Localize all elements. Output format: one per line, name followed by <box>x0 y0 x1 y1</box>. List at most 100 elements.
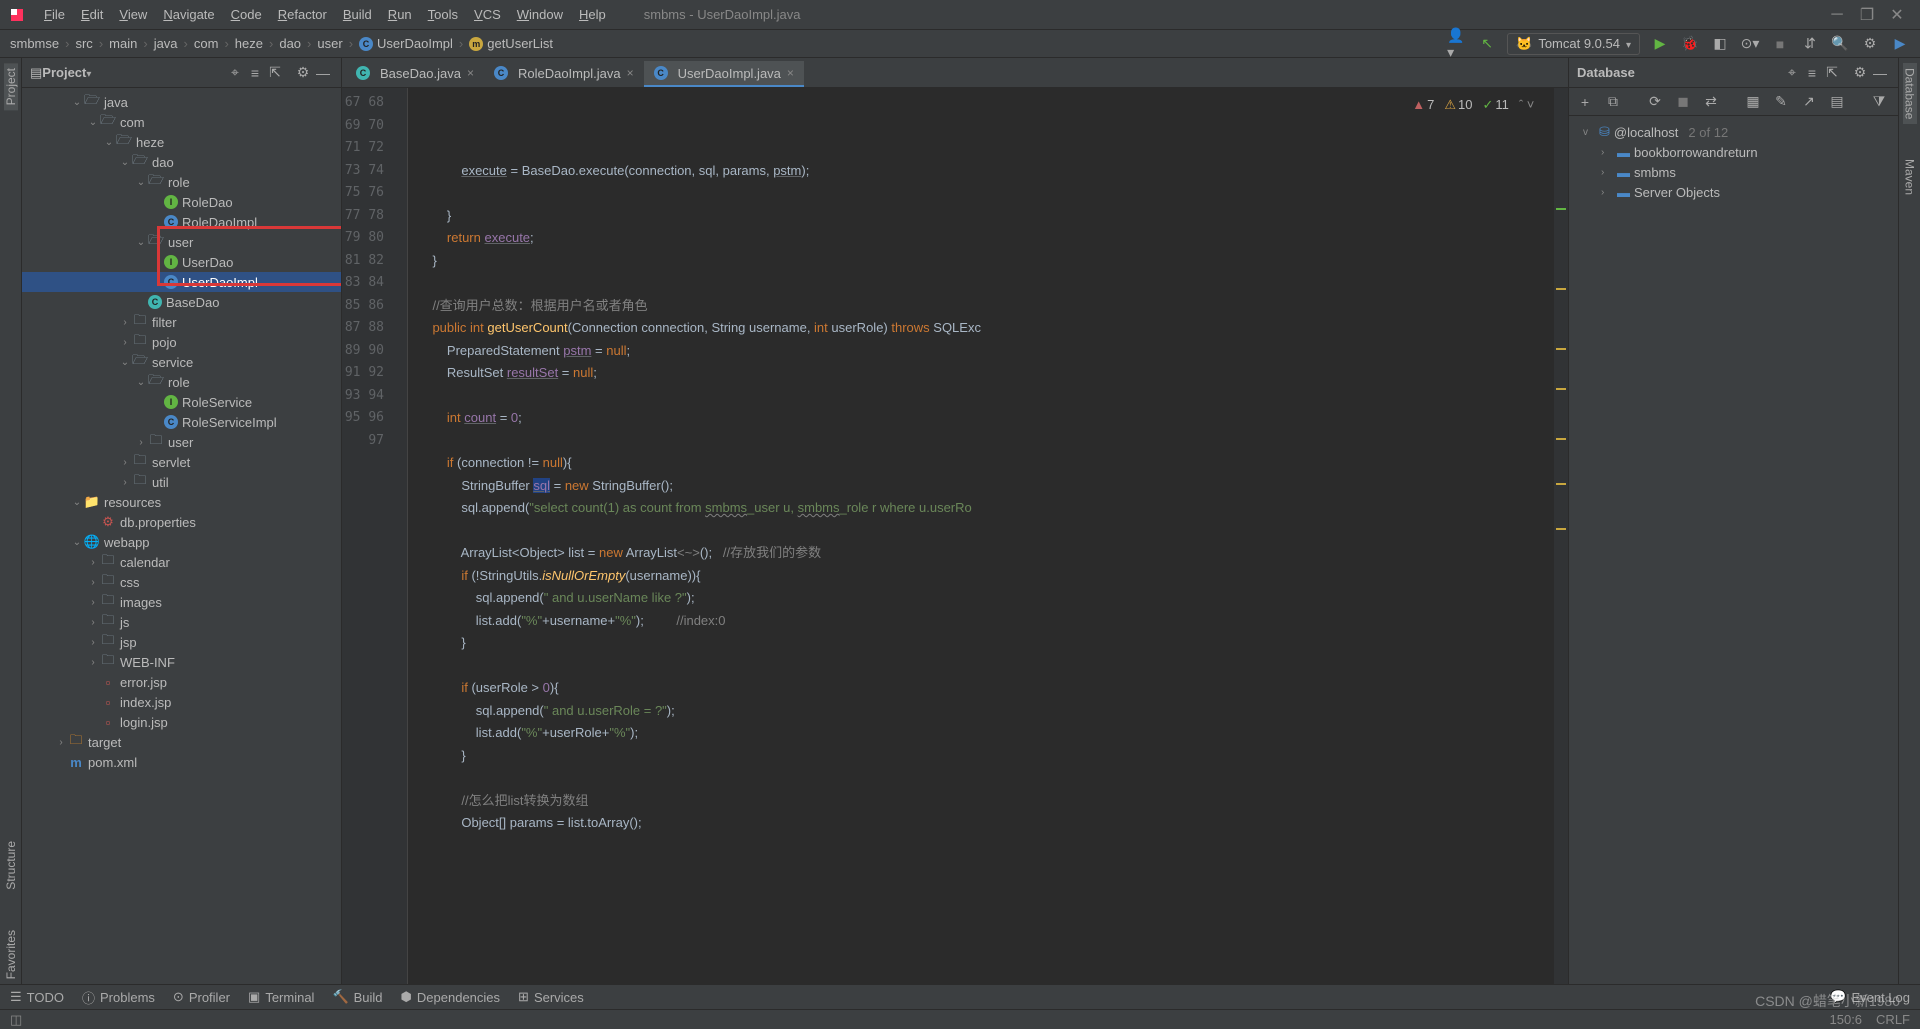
maximize-button[interactable]: ❐ <box>1852 5 1882 25</box>
left-tab-favorites[interactable]: Favorites <box>4 925 18 984</box>
right-tab-maven[interactable]: Maven <box>1903 154 1917 200</box>
breadcrumb-item[interactable]: dao <box>279 36 301 51</box>
breadcrumb-item[interactable]: user <box>317 36 342 51</box>
breadcrumb-item[interactable]: src <box>75 36 92 51</box>
bottom-tab-build[interactable]: 🔨Build <box>332 989 382 1005</box>
db-table-icon[interactable]: ▦ <box>1743 92 1763 112</box>
stop-button[interactable]: ■ <box>1770 34 1790 54</box>
tree-item-login.jsp[interactable]: ▫login.jsp <box>22 712 341 732</box>
db-duplicate-icon[interactable]: ⧉ <box>1603 92 1623 112</box>
breadcrumb-item[interactable]: smbmse <box>10 36 59 51</box>
tree-item-jsp[interactable]: ›jsp <box>22 632 341 652</box>
tree-item-userdaoimpl[interactable]: CUserDaoImpl <box>22 272 341 292</box>
editor-tab[interactable]: CUserDaoImpl.java× <box>644 61 804 87</box>
tree-item-service[interactable]: ⌄service <box>22 352 341 372</box>
run-anything-icon[interactable]: ▶ <box>1890 34 1910 54</box>
tree-item-calendar[interactable]: ›calendar <box>22 552 341 572</box>
menu-code[interactable]: Code <box>223 7 270 22</box>
right-tab-database[interactable]: Database <box>1903 63 1917 124</box>
db-tx-icon[interactable]: ⇄ <box>1701 92 1721 112</box>
tree-item-index.jsp[interactable]: ▫index.jsp <box>22 692 341 712</box>
menu-window[interactable]: Window <box>509 7 571 22</box>
db-console-icon[interactable]: ▤ <box>1827 92 1847 112</box>
breadcrumb-item[interactable]: CUserDaoImpl <box>359 36 453 51</box>
db-item[interactable]: ›▬smbms <box>1573 162 1894 182</box>
close-tab-icon[interactable]: × <box>627 66 634 80</box>
menu-edit[interactable]: Edit <box>73 7 111 22</box>
menu-tools[interactable]: Tools <box>420 7 466 22</box>
tree-item-pojo[interactable]: ›pojo <box>22 332 341 352</box>
menu-run[interactable]: Run <box>380 7 420 22</box>
db-collapse-icon[interactable]: ⇱ <box>1822 64 1842 81</box>
tool-windows-icon[interactable]: ◫ <box>10 1012 22 1028</box>
breadcrumb-item[interactable]: com <box>194 36 219 51</box>
left-tab-structure[interactable]: Structure <box>4 836 18 895</box>
tree-item-userdao[interactable]: IUserDao <box>22 252 341 272</box>
tree-item-util[interactable]: ›util <box>22 472 341 492</box>
user-icon[interactable]: 👤▾ <box>1447 34 1467 54</box>
db-select-icon[interactable]: ⌖ <box>1782 64 1802 81</box>
editor-tab[interactable]: CRoleDaoImpl.java× <box>484 61 644 87</box>
profile-button[interactable]: ⊙▾ <box>1740 34 1760 54</box>
tree-item-heze[interactable]: ⌄heze <box>22 132 341 152</box>
tree-item-user[interactable]: ⌄user <box>22 232 341 252</box>
git-update-icon[interactable]: ⇵ <box>1800 34 1820 54</box>
close-tab-icon[interactable]: × <box>467 66 474 80</box>
bottom-tab-todo[interactable]: ☰TODO <box>10 989 64 1005</box>
db-expand-icon[interactable]: ≡ <box>1802 65 1822 81</box>
tree-item-roleserviceimpl[interactable]: CRoleServiceImpl <box>22 412 341 432</box>
tree-item-roledaoimpl[interactable]: CRoleDaoImpl <box>22 212 341 232</box>
db-item[interactable]: ›▬bookborrowandreturn <box>1573 142 1894 162</box>
close-tab-icon[interactable]: × <box>787 66 794 80</box>
db-item[interactable]: ›▬Server Objects <box>1573 182 1894 202</box>
left-tab-project[interactable]: Project <box>4 63 18 110</box>
breadcrumb-item[interactable]: java <box>154 36 178 51</box>
select-opened-file-icon[interactable]: ⌖ <box>225 64 245 81</box>
project-view-dropdown[interactable] <box>86 65 91 80</box>
code-editor[interactable]: 7 10 11 ˆ ˅ execute = BaseDao.execute(co… <box>408 88 1554 984</box>
close-button[interactable]: ✕ <box>1882 5 1912 25</box>
bottom-tab-terminal[interactable]: ▣Terminal <box>248 989 314 1005</box>
settings-icon[interactable]: ⚙ <box>1860 34 1880 54</box>
coverage-button[interactable]: ◧ <box>1710 34 1730 54</box>
minimize-button[interactable]: ─ <box>1822 6 1852 24</box>
bottom-tab-problems[interactable]: ⓘProblems <box>82 988 155 1007</box>
panel-settings-icon[interactable]: ⚙ <box>293 64 313 81</box>
error-stripe[interactable] <box>1554 88 1568 984</box>
tree-item-role[interactable]: ⌄role <box>22 372 341 392</box>
bottom-tab-services[interactable]: ⊞Services <box>518 989 584 1005</box>
menu-refactor[interactable]: Refactor <box>270 7 335 22</box>
db-hide-icon[interactable]: — <box>1870 65 1890 81</box>
menu-file[interactable]: File <box>36 7 73 22</box>
project-tree[interactable]: ⌄java⌄com⌄heze⌄dao⌄roleIRoleDaoCRoleDaoI… <box>22 88 341 984</box>
db-stop-icon[interactable]: ◼ <box>1673 92 1693 112</box>
tree-item-webapp[interactable]: ⌄🌐webapp <box>22 532 341 552</box>
menu-build[interactable]: Build <box>335 7 380 22</box>
db-filter-icon[interactable]: ⧩ <box>1869 92 1889 112</box>
line-number-gutter[interactable]: 67 68 69 70 71 72 73 74 75 76 77 78 79 8… <box>342 88 392 984</box>
editor-tab[interactable]: CBaseDao.java× <box>346 61 484 87</box>
line-separator[interactable]: CRLF <box>1876 1012 1910 1027</box>
bottom-tab-profiler[interactable]: ⊙Profiler <box>173 989 230 1005</box>
hide-panel-icon[interactable]: — <box>313 65 333 81</box>
tree-item-resources[interactable]: ⌄📁resources <box>22 492 341 512</box>
project-panel-title[interactable]: Project <box>42 65 86 80</box>
tree-item-role[interactable]: ⌄role <box>22 172 341 192</box>
db-refresh-icon[interactable]: ⟳ <box>1645 92 1665 112</box>
bottom-tab-dependencies[interactable]: ⬢Dependencies <box>401 989 500 1005</box>
database-tree[interactable]: v⛁@localhost2 of 12 ›▬bookborrowandretur… <box>1569 116 1898 208</box>
tree-item-error.jsp[interactable]: ▫error.jsp <box>22 672 341 692</box>
run-button[interactable]: ▶ <box>1650 34 1670 54</box>
db-jump-icon[interactable]: ↗ <box>1799 92 1819 112</box>
tree-item-servlet[interactable]: ›servlet <box>22 452 341 472</box>
db-edit-icon[interactable]: ✎ <box>1771 92 1791 112</box>
collapse-all-icon[interactable]: ⇱ <box>265 64 285 81</box>
run-config-dropdown[interactable]: 🐱Tomcat 9.0.54 <box>1507 33 1640 55</box>
breadcrumb-item[interactable]: main <box>109 36 137 51</box>
debug-button[interactable]: 🐞 <box>1680 34 1700 54</box>
tree-item-target[interactable]: ›target <box>22 732 341 752</box>
tree-item-images[interactable]: ›images <box>22 592 341 612</box>
tree-item-roleservice[interactable]: IRoleService <box>22 392 341 412</box>
tree-item-css[interactable]: ›css <box>22 572 341 592</box>
menu-help[interactable]: Help <box>571 7 614 22</box>
